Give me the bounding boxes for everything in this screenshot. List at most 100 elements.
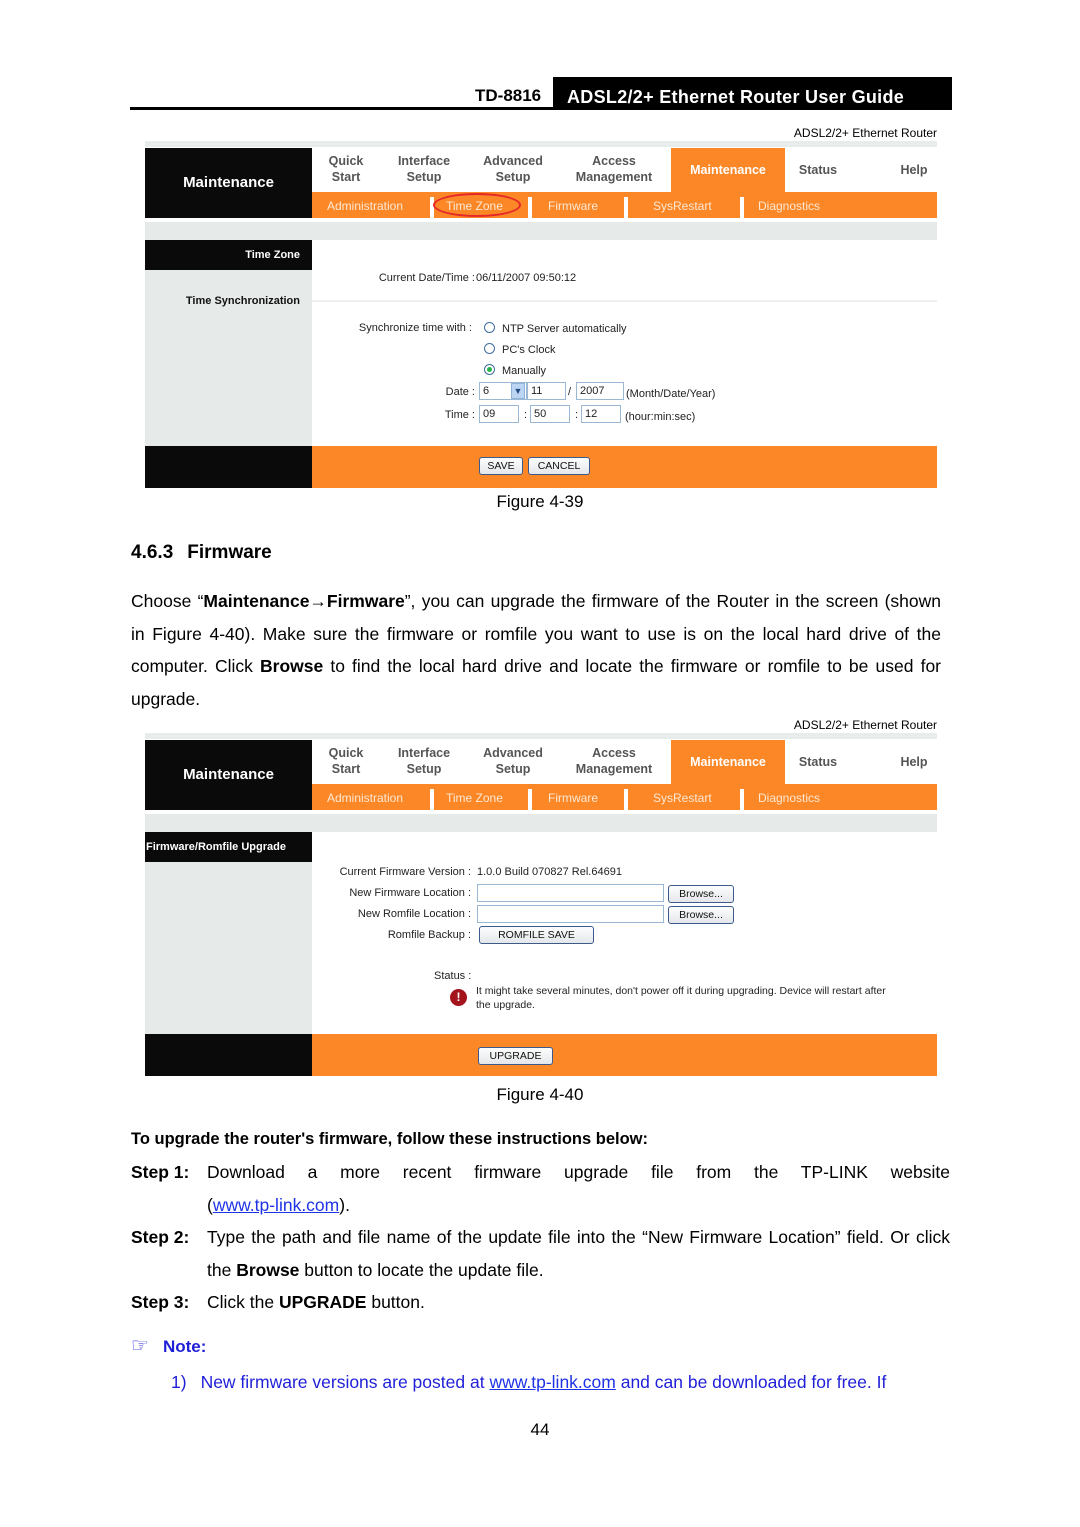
current-datetime-label: Current Date/Time : [378,272,475,284]
main-nav: Maintenance Quick Start Interface Setup Ad… [145,740,937,810]
submenu-time-zone[interactable]: Time Zone [446,784,503,810]
gray-band [145,222,937,240]
current-firmware-value: 1.0.0 Build 070827 Rel.64691 [477,866,622,878]
gray-band [145,814,937,832]
step-1: Step 1: Download a more recent firmware … [131,1162,950,1215]
minute-input[interactable]: 50 [530,405,570,423]
submenu-sysrestart[interactable]: SysRestart [653,784,712,810]
menu-advanced-setup[interactable]: Advanced Setup [468,148,558,192]
submenu-separator [528,197,532,218]
guide-title: ADSL2/2+ Ethernet Router User Guide [553,77,952,110]
router-brand: ADSL2/2+ Ethernet Router [793,126,937,140]
hour-input[interactable]: 09 [479,405,519,423]
submenu-separator [624,197,628,218]
radio-pc-clock-label: PC's Clock [502,344,556,356]
menu-advanced-setup[interactable]: Advanced Setup [468,740,558,784]
tp-link-website-link[interactable]: www.tp-link.com [213,1195,339,1215]
current-firmware-label: Current Firmware Version : [339,866,471,878]
top-bar [145,141,937,147]
section-heading: 4.6.3 Firmware [131,542,272,563]
footer-right: UPGRADE [312,1034,937,1076]
status-label: Status : [434,970,472,982]
date-hint: (Month/Date/Year) [626,388,716,400]
note-heading: ☞ Note: [131,1335,207,1357]
radio-ntp-label: NTP Server automatically [502,323,627,335]
date-label: Date : [445,386,475,398]
upgrade-button[interactable]: UPGRADE [478,1047,553,1065]
sub-menu: Administration Time Zone Firmware SysRes… [312,784,937,810]
browse-firmware-button[interactable]: Browse... [668,885,734,903]
section-title: Maintenance [145,740,312,810]
menu-interface-setup[interactable]: Interface Setup [380,740,468,784]
menu-access-management[interactable]: Access Management [558,148,670,192]
romfile-save-button[interactable]: ROMFILE SAVE [479,926,594,944]
radio-manually[interactable] [484,364,495,375]
highlight-circle [433,193,521,217]
menu-status[interactable]: Status [785,740,851,784]
firmware-content: Current Firmware Version : 1.0.0 Build 0… [312,832,937,1034]
menu-access-management[interactable]: Access Management [558,740,670,784]
new-firmware-label: New Firmware Location : [349,887,471,899]
day-input[interactable]: 11 [527,382,566,400]
menu-interface-setup[interactable]: Interface Setup [380,148,468,192]
current-datetime-row: Current Date/Time : 06/11/2007 09:50:12 [312,269,937,287]
menu-quick-start[interactable]: Quick Start [312,740,380,784]
section-title: Maintenance [145,148,312,218]
footer-right: SAVE CANCEL [312,446,937,488]
chevron-down-icon[interactable]: ▼ [511,383,525,399]
submenu-sysrestart[interactable]: SysRestart [653,192,712,218]
submenu-firmware[interactable]: Firmware [548,192,598,218]
note-item: 1) New firmware versions are posted at ww… [171,1372,887,1392]
new-romfile-label: New Romfile Location : [357,908,471,920]
submenu-separator [740,197,744,218]
save-button[interactable]: SAVE [479,457,523,475]
menu-help[interactable]: Help [884,148,944,192]
submenu-separator [740,789,744,810]
menu-status[interactable]: Status [785,148,851,192]
sidebar [145,240,312,446]
year-input[interactable]: 2007 [576,382,624,400]
browse-romfile-button[interactable]: Browse... [668,906,734,924]
top-bar [145,733,937,739]
alert-icon: ! [450,989,467,1006]
intro-paragraph: Choose “Maintenance→Firmware”, you can u… [131,591,942,709]
status-message: It might take several minutes, don't pow… [476,985,886,1011]
model-name: TD-8816 [475,86,542,105]
footer-left [145,446,312,488]
step-3: Step 3: Click the UPGRADE button. [131,1292,425,1312]
menu-help[interactable]: Help [884,740,944,784]
sidebar [145,832,312,1034]
new-romfile-input[interactable] [477,905,664,923]
router-screenshot-firmware: ADSL2/2+ Ethernet Router Maintenance Qui… [145,716,937,1080]
main-menu: Quick Start Interface Setup Advanced Setup … [312,740,937,784]
submenu-administration[interactable]: Administration [327,784,403,810]
submenu-diagnostics[interactable]: Diagnostics [758,192,820,218]
footer-left [145,1034,312,1076]
romfile-backup-label: Romfile Backup : [387,929,471,941]
submenu-separator [624,789,628,810]
divider [312,300,937,302]
figure-caption: Figure 4-39 [496,492,584,511]
figure-caption: Figure 4-40 [496,1085,584,1104]
submenu-firmware[interactable]: Firmware [548,784,598,810]
radio-ntp[interactable] [484,322,495,333]
menu-quick-start[interactable]: Quick Start [312,148,380,192]
time-label: Time : [444,409,475,421]
radio-pc-clock[interactable] [484,343,495,354]
menu-maintenance[interactable]: Maintenance [671,148,785,192]
time-separator: : [575,409,579,421]
cancel-button[interactable]: CANCEL [528,457,590,475]
submenu-administration[interactable]: Administration [327,192,403,218]
time-zone-content: Current Date/Time : 06/11/2007 09:50:12 … [312,240,937,446]
second-input[interactable]: 12 [581,405,621,423]
sidebar-head: Firmware/Romfile Upgrade [145,832,312,862]
menu-maintenance[interactable]: Maintenance [671,740,785,784]
tp-link-website-link[interactable]: www.tp-link.com [489,1372,615,1392]
new-firmware-input[interactable] [477,884,664,902]
submenu-diagnostics[interactable]: Diagnostics [758,784,820,810]
submenu-separator [528,789,532,810]
submenu-separator [430,789,434,810]
instructions-heading: To upgrade the router's firmware, follow… [131,1130,649,1148]
router-brand: ADSL2/2+ Ethernet Router [793,718,937,732]
pointing-hand-icon: ☞ [131,1335,149,1357]
